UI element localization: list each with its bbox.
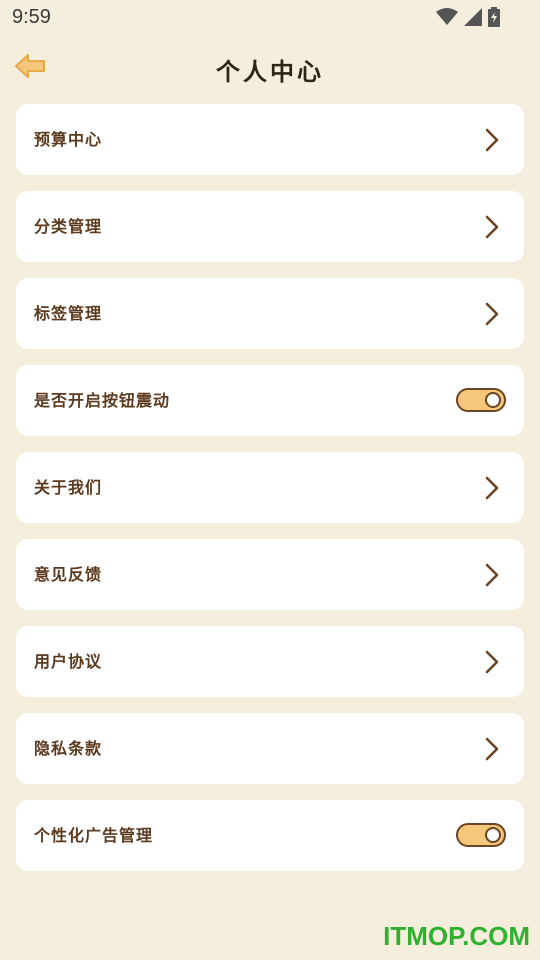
status-bar: 9:59	[0, 0, 540, 36]
battery-icon	[488, 7, 500, 31]
personalized-ads-toggle[interactable]	[456, 823, 506, 847]
toggle-knob	[485, 827, 501, 843]
menu-item-label: 关于我们	[34, 478, 103, 497]
menu-item-label: 标签管理	[34, 304, 103, 323]
page-title: 个人中心	[216, 58, 324, 86]
settings-menu: 预算中心 分类管理 标签管理 是否开启按钮震动 关于我们 意见反馈 用户协议 隐…	[16, 104, 524, 887]
menu-item-feedback[interactable]: 意见反馈	[16, 539, 524, 610]
menu-item-label: 隐私条款	[34, 739, 103, 758]
chevron-right-icon	[484, 737, 500, 761]
signal-icon	[464, 8, 482, 30]
menu-item-user-agreement[interactable]: 用户协议	[16, 626, 524, 697]
menu-item-label: 预算中心	[34, 130, 103, 149]
menu-item-label: 意见反馈	[34, 565, 103, 584]
menu-item-privacy-policy[interactable]: 隐私条款	[16, 713, 524, 784]
menu-item-tag-management[interactable]: 标签管理	[16, 278, 524, 349]
menu-item-label: 是否开启按钮震动	[34, 391, 171, 410]
status-time: 9:59	[12, 6, 51, 28]
watermark: ITMOP.COM	[383, 921, 530, 951]
status-icons	[436, 7, 500, 31]
menu-item-label: 分类管理	[34, 217, 103, 236]
header: 个人中心	[0, 44, 540, 92]
menu-item-label: 个性化广告管理	[34, 826, 154, 845]
chevron-right-icon	[484, 302, 500, 326]
menu-item-category-management[interactable]: 分类管理	[16, 191, 524, 262]
menu-item-button-vibration: 是否开启按钮震动	[16, 365, 524, 436]
menu-item-label: 用户协议	[34, 652, 103, 671]
menu-item-about-us[interactable]: 关于我们	[16, 452, 524, 523]
wifi-icon	[436, 8, 458, 30]
chevron-right-icon	[484, 476, 500, 500]
chevron-right-icon	[484, 563, 500, 587]
vibration-toggle[interactable]	[456, 388, 506, 412]
menu-item-budget-center[interactable]: 预算中心	[16, 104, 524, 175]
chevron-right-icon	[484, 128, 500, 152]
chevron-right-icon	[484, 215, 500, 239]
chevron-right-icon	[484, 650, 500, 674]
menu-item-personalized-ads: 个性化广告管理	[16, 800, 524, 871]
toggle-knob	[485, 392, 501, 408]
